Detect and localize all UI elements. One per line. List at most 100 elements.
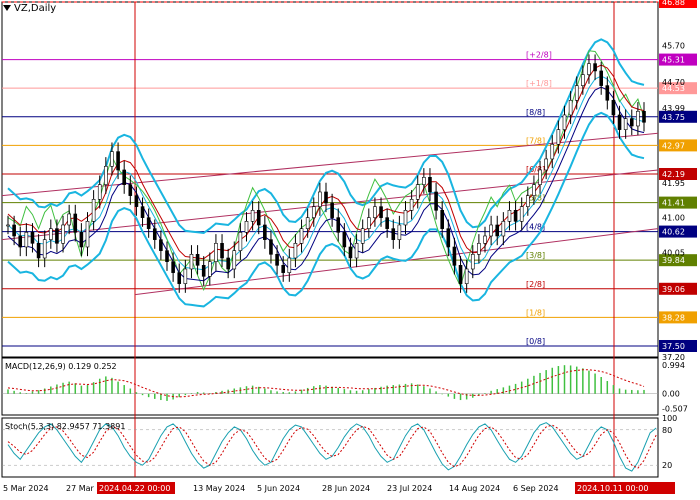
candle-body <box>617 114 622 130</box>
macd-tick-label: 0.994 <box>662 361 685 370</box>
murrey-label: [+1/8] <box>526 79 552 88</box>
murrey-label: [8/8] <box>526 108 545 117</box>
candle-body <box>318 191 322 207</box>
candle-body <box>263 224 267 240</box>
price-tick-label: 43.99 <box>662 104 685 113</box>
candle-body <box>562 114 567 130</box>
candle-body <box>367 217 371 229</box>
chevron-down-icon[interactable] <box>3 5 11 11</box>
candle-body <box>226 257 230 270</box>
candle-body <box>324 191 328 204</box>
candle-body <box>636 110 640 127</box>
candle-body <box>446 228 451 248</box>
candle-body <box>532 184 536 196</box>
candle-body <box>55 228 59 244</box>
macd-tick-label: -0.507 <box>662 404 688 413</box>
candle-body <box>299 228 304 244</box>
time-highlight-start: 2024.04.22 00:00 <box>99 484 170 493</box>
candle-body <box>30 232 35 244</box>
price-tick-label: 45.70 <box>662 41 685 50</box>
candle-body <box>208 261 212 277</box>
candle-body <box>605 85 610 101</box>
candle-body <box>415 184 420 200</box>
price-tag-label: 37.50 <box>662 342 685 351</box>
chart-title: VZ,Daily <box>3 3 56 14</box>
candle-body <box>250 210 255 222</box>
candle-body <box>104 165 108 185</box>
candle-body <box>348 246 353 259</box>
candle-body <box>342 232 347 248</box>
candle-body <box>85 221 90 248</box>
candle-body <box>483 235 487 244</box>
candle-body <box>293 243 298 259</box>
candle-body <box>642 110 646 123</box>
candle-body <box>470 254 475 270</box>
candle-body <box>513 210 518 222</box>
price-tag-label: 42.19 <box>662 170 685 179</box>
candle-body <box>311 206 316 218</box>
candle-body <box>152 228 157 240</box>
candle-body <box>354 243 359 259</box>
candle-body <box>336 217 341 233</box>
candle-body <box>269 239 273 255</box>
candle-body <box>587 63 591 75</box>
candle-body <box>12 224 16 237</box>
murrey-label: [0/8] <box>526 337 545 346</box>
candle-body <box>183 268 188 284</box>
price-tag-label: 43.75 <box>662 113 685 122</box>
candle-body <box>611 99 616 116</box>
candle-body <box>238 232 243 251</box>
candle-body <box>195 254 200 266</box>
candle-body <box>281 265 285 273</box>
candle-body <box>568 99 573 116</box>
candle-body <box>373 206 377 218</box>
candle-body <box>599 70 603 86</box>
candle-body <box>409 199 414 211</box>
candle-body <box>116 151 120 171</box>
price-tick-label: 40.05 <box>662 248 685 257</box>
stoch-tick-label: 20 <box>662 461 672 470</box>
candle-body <box>397 224 402 240</box>
candle-body <box>122 169 126 185</box>
candle-body <box>556 129 561 145</box>
time-axis-label: 28 Jun 2024 <box>322 484 370 493</box>
candle-body <box>434 191 438 211</box>
time-axis-label: 2024.10.11 00:00 <box>577 484 648 493</box>
murrey-label: [3/8] <box>526 251 545 260</box>
candle-body <box>140 206 145 218</box>
price-tag-label: 40.62 <box>662 228 685 237</box>
candle-body <box>593 63 597 72</box>
candle-body <box>275 254 279 266</box>
stoch-label: Stoch(5,3,3) 82.9457 71.3891 <box>5 422 126 431</box>
macd-tick-label: 0.00 <box>662 390 680 399</box>
murrey-label: [2/8] <box>526 280 545 289</box>
macd-label: MACD(12,26,9) 0.129 0.252 <box>5 362 117 371</box>
candle-body <box>526 195 530 207</box>
candle-body <box>110 151 114 167</box>
candle-body <box>134 195 139 207</box>
price-tag-label: 39.06 <box>662 285 685 294</box>
price-tag-label: 46.88 <box>662 0 685 7</box>
candle-body <box>574 85 579 101</box>
candle-body <box>538 169 542 185</box>
candle-body <box>287 257 292 273</box>
candle-body <box>379 206 383 218</box>
candle-body <box>458 265 463 284</box>
murrey-label: [1/8] <box>526 308 545 317</box>
candle-body <box>201 265 206 277</box>
candle-body <box>623 118 628 130</box>
price-tag-label: 39.84 <box>662 256 685 265</box>
candle-body <box>501 221 506 237</box>
price-tag-label: 45.31 <box>662 56 685 65</box>
candle-body <box>550 143 555 160</box>
candle-body <box>495 224 500 237</box>
candle-body <box>42 239 47 259</box>
time-axis-label: 5 Mar 2024 <box>3 484 49 493</box>
candle-body <box>79 232 84 248</box>
candle-body <box>128 184 133 196</box>
price-tick-label: 41.95 <box>662 179 685 188</box>
candle-body <box>507 210 512 222</box>
candle-body <box>330 202 334 218</box>
time-axis-label: 23 Jul 2024 <box>387 484 432 493</box>
candle-body <box>519 206 524 222</box>
